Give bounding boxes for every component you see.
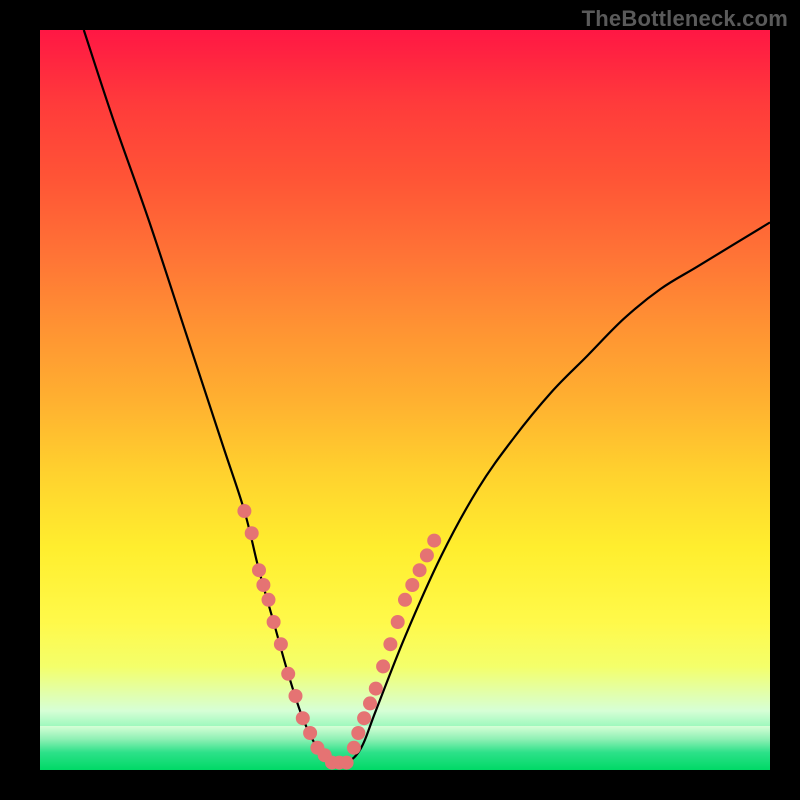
highlight-dot: [340, 756, 354, 770]
highlight-dot: [289, 689, 303, 703]
highlight-dot: [256, 578, 270, 592]
highlight-dot: [398, 593, 412, 607]
chart-svg: [40, 30, 770, 770]
highlight-dot: [245, 526, 259, 540]
bottleneck-curve: [84, 30, 770, 765]
highlight-dot: [413, 563, 427, 577]
highlight-dot: [383, 637, 397, 651]
highlight-dot: [427, 534, 441, 548]
attribution-label: TheBottleneck.com: [582, 6, 788, 32]
highlight-dot: [262, 593, 276, 607]
highlight-dot: [303, 726, 317, 740]
highlight-dot: [281, 667, 295, 681]
curve-path: [84, 30, 770, 765]
highlighted-points: [237, 504, 441, 770]
highlight-dot: [369, 682, 383, 696]
highlight-dot: [237, 504, 251, 518]
highlight-dot: [420, 548, 434, 562]
highlight-dot: [376, 659, 390, 673]
highlight-dot: [363, 696, 377, 710]
highlight-dot: [274, 637, 288, 651]
highlight-dot: [252, 563, 266, 577]
highlight-dot: [267, 615, 281, 629]
plot-area: [40, 30, 770, 770]
highlight-dot: [296, 711, 310, 725]
highlight-dot: [391, 615, 405, 629]
highlight-dot: [405, 578, 419, 592]
highlight-dot: [357, 711, 371, 725]
highlight-dot: [347, 741, 361, 755]
highlight-dot: [351, 726, 365, 740]
chart-frame: TheBottleneck.com: [0, 0, 800, 800]
